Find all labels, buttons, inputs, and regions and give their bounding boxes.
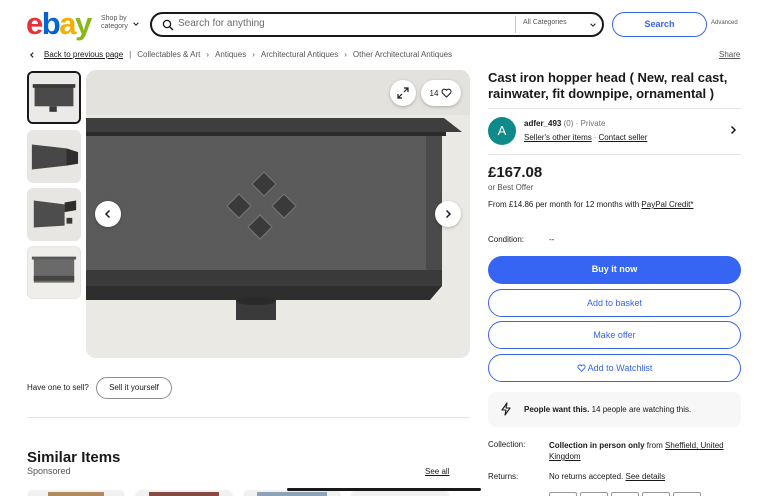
chevron-down-icon[interactable] — [132, 20, 140, 28]
search-divider — [515, 16, 516, 33]
payment-method-icon — [673, 492, 701, 496]
condition-value: -- — [549, 235, 555, 244]
collection-label: Collection: — [488, 440, 526, 449]
search-input[interactable]: Search for anything — [178, 18, 265, 29]
see-details-link[interactable]: See details — [626, 472, 666, 481]
expand-icon — [397, 87, 409, 99]
advanced-search-link[interactable]: Advanced — [711, 20, 738, 26]
main-product-image[interactable] — [86, 70, 470, 358]
paypal-credit-link[interactable]: PayPal Credit* — [641, 200, 693, 209]
heart-icon — [441, 88, 452, 98]
contact-seller-link[interactable]: Contact seller — [598, 133, 647, 142]
seller-avatar[interactable]: A — [488, 117, 516, 145]
watchers-count-text: 14 people are watching this. — [591, 405, 692, 414]
sell-it-yourself-button[interactable]: Sell it yourself — [96, 377, 172, 399]
seller-info: adfer_493 (0) · Private — [524, 119, 605, 128]
chevron-right-icon[interactable] — [728, 125, 738, 135]
breadcrumb-item[interactable]: Antiques — [215, 50, 246, 59]
search-button[interactable]: Search — [612, 12, 707, 37]
have-one-to-sell-label: Have one to sell? — [27, 383, 89, 392]
watch-count-button[interactable]: 14 — [421, 80, 461, 106]
logo-letter: b — [41, 6, 61, 41]
returns-value: No returns accepted. See details — [549, 472, 665, 481]
payment-method-icon — [580, 492, 608, 496]
seller-feedback: (0) — [563, 119, 574, 128]
breadcrumb-separator: | — [129, 50, 132, 59]
payment-method-icon — [611, 492, 639, 496]
returns-policy: No returns accepted. — [549, 472, 624, 481]
category-select[interactable]: All Categories — [523, 19, 567, 26]
logo-letter: e — [26, 6, 43, 41]
chevron-left-icon[interactable] — [28, 51, 36, 59]
thumbnail-4[interactable] — [27, 246, 81, 299]
similar-item-card[interactable] — [27, 490, 125, 496]
thumbnail-2[interactable] — [27, 130, 81, 183]
payment-method-icon — [642, 492, 670, 496]
share-link[interactable]: Share — [719, 50, 740, 59]
similar-items-heading: Similar Items — [27, 449, 121, 466]
returns-label: Returns: — [488, 472, 519, 481]
logo-letter: a — [59, 6, 76, 41]
seller-links: Seller's other items · Contact seller — [524, 133, 647, 142]
chevron-down-icon[interactable] — [589, 21, 597, 29]
breadcrumb-item[interactable]: Collectables & Art — [137, 50, 200, 59]
watchers-text: People want this. 14 people are watching… — [524, 405, 691, 414]
breadcrumb-item[interactable]: Other Architectural Antiques — [353, 50, 452, 59]
credit-offer: From £14.86 per month for 12 months with… — [488, 200, 693, 209]
price: £167.08 — [488, 164, 543, 181]
logo-letter: y — [74, 6, 92, 41]
breadcrumb: Back to previous page | Collectables & A… — [28, 50, 452, 59]
seller-other-items-link[interactable]: Seller's other items — [524, 133, 592, 142]
hopper-head-photo — [86, 70, 470, 358]
collection-method: Collection in person only — [549, 441, 645, 450]
chevron-right-icon: › — [206, 50, 210, 59]
add-to-watchlist-label: Add to Watchlist — [587, 362, 653, 373]
chevron-right-icon — [445, 209, 452, 219]
thumbnail-3[interactable] — [27, 188, 81, 241]
seller-type: · Private — [575, 119, 606, 128]
seller-name[interactable]: adfer_493 — [524, 119, 561, 128]
chevron-right-icon: › — [252, 50, 255, 59]
breadcrumb-item[interactable]: Architectural Antiques — [261, 50, 338, 59]
thumbnail-image — [29, 73, 79, 122]
expand-button[interactable] — [390, 80, 416, 106]
separator-dot: · — [593, 133, 597, 142]
thumbnail-image — [28, 131, 80, 182]
lightning-icon — [501, 402, 511, 416]
see-all-link[interactable]: See all — [425, 467, 449, 476]
carousel-scrollbar[interactable] — [287, 488, 481, 491]
divider — [488, 108, 741, 109]
next-image-button[interactable] — [435, 201, 461, 227]
best-offer-label: or Best Offer — [488, 183, 534, 192]
similar-item-card[interactable] — [135, 490, 233, 496]
search-bar[interactable]: Search for anything All Categories — [150, 12, 604, 37]
chevron-left-icon — [104, 209, 111, 219]
search-icon — [162, 19, 174, 31]
listing-title: Cast iron hopper head ( New, real cast, … — [488, 70, 728, 101]
divider — [488, 154, 741, 155]
credit-text: From £14.86 per month for 12 months with — [488, 200, 640, 209]
heart-icon — [577, 364, 586, 372]
watch-count: 14 — [429, 88, 439, 98]
previous-image-button[interactable] — [95, 201, 121, 227]
sponsored-label: Sponsored — [27, 466, 71, 476]
make-offer-button[interactable]: Make offer — [488, 321, 741, 349]
chevron-right-icon: › — [344, 50, 347, 59]
watchers-notice: People want this. 14 people are watching… — [488, 392, 741, 427]
collection-value: Collection in person only from Sheffield… — [549, 440, 739, 462]
divider — [27, 417, 470, 418]
thumbnail-image — [28, 247, 80, 298]
add-to-watchlist-button[interactable]: Add to Watchlist — [488, 354, 741, 382]
people-want-this: People want this. — [524, 405, 590, 414]
ebay-logo[interactable]: ebay — [26, 6, 92, 41]
add-to-basket-button[interactable]: Add to basket — [488, 289, 741, 317]
payment-method-icon — [549, 492, 577, 496]
thumbnail-1[interactable] — [27, 71, 81, 124]
buy-it-now-button[interactable]: Buy it now — [488, 256, 741, 284]
collection-from: from — [646, 441, 663, 450]
shop-by-category[interactable]: Shop by category — [101, 15, 133, 31]
back-link[interactable]: Back to previous page — [44, 50, 123, 59]
thumbnail-image — [28, 189, 80, 240]
condition-label: Condition: — [488, 235, 525, 244]
